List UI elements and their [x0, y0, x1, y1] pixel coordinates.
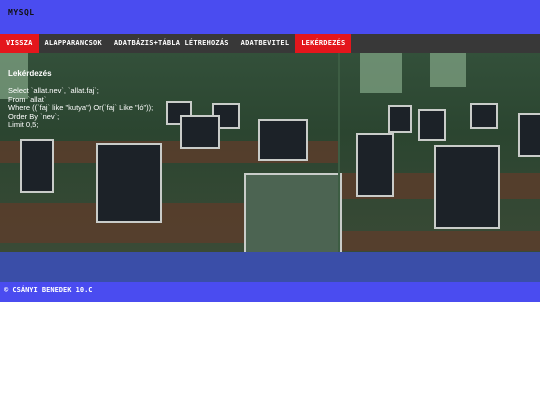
site-title: MYSQL: [8, 8, 35, 17]
query-content: Lekérdezés Select `allat.nev`, `allat.fa…: [8, 69, 153, 130]
window-image: [430, 53, 466, 87]
monitor-image: [418, 109, 446, 141]
nav-item-vissza[interactable]: VISSZA: [0, 34, 39, 53]
footer: © CSÁNYI BENEDEK 10.C: [0, 282, 540, 302]
footer-copyright: © CSÁNYI BENEDEK 10.C: [4, 286, 93, 294]
image-divider: [338, 53, 340, 252]
section-heading: Lekérdezés: [8, 69, 52, 78]
desk-image: [340, 231, 540, 251]
monitor-image: [258, 119, 308, 161]
content-band: [0, 252, 540, 282]
page-bottom-blank: [0, 302, 540, 405]
monitor-image: [20, 139, 54, 193]
nav-item-lekerdezes[interactable]: LEKÉRDEZÉS: [295, 34, 352, 53]
monitor-image: [356, 133, 394, 197]
nav-item-alapparancsok[interactable]: ALAPPARANCSOK: [39, 34, 108, 53]
nav-bar: VISSZA ALAPPARANCSOK ADATBÁZIS+TÁBLA LÉT…: [0, 34, 540, 53]
monitor-image: [518, 113, 540, 157]
hero-background: Lekérdezés Select `allat.nev`, `allat.fa…: [0, 53, 540, 252]
window-image: [360, 53, 402, 93]
monitor-image: [96, 143, 162, 223]
monitor-image: [434, 145, 500, 229]
nav-item-adatbazis-tabla[interactable]: ADATBÁZIS+TÁBLA LÉTREHOZÁS: [108, 34, 235, 53]
code-line-limit: Limit 0,5;: [8, 120, 39, 129]
nav-item-adatbevitel[interactable]: ADATBEVITEL: [235, 34, 296, 53]
monitor-image: [470, 103, 498, 129]
monitor-image: [180, 115, 220, 149]
monitor-image: [388, 105, 412, 133]
header: MYSQL: [0, 0, 540, 34]
monitor-image: [244, 173, 342, 252]
